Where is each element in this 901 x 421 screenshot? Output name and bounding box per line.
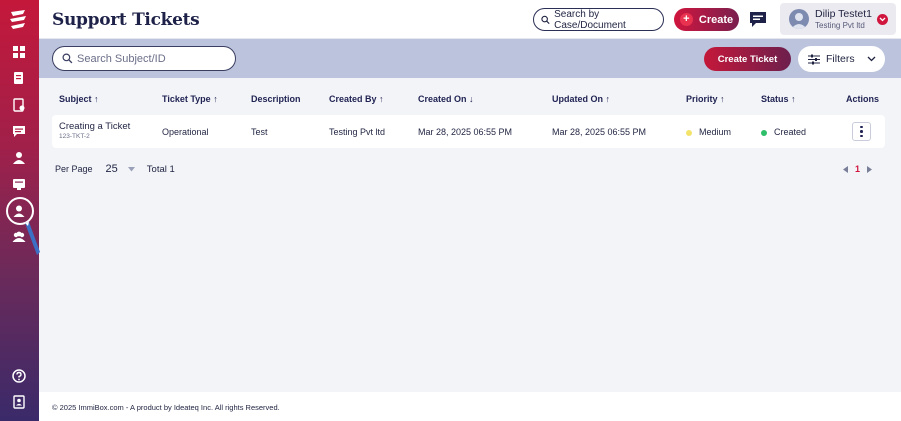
chat-icon[interactable] [10, 122, 28, 140]
search-icon [541, 15, 550, 24]
priority-label: Medium [699, 127, 732, 137]
next-page-icon[interactable] [867, 165, 873, 173]
search-placeholder: Search Subject/ID [77, 52, 166, 65]
search-icon [62, 53, 73, 64]
toolbar: Search Subject/ID Create Ticket Filters [39, 39, 901, 78]
current-page[interactable]: 1 [855, 164, 860, 174]
create-button[interactable]: + Create [674, 8, 739, 31]
chevron-down-icon[interactable] [877, 14, 888, 25]
top-header: Support Tickets Search by Case/Document … [39, 0, 901, 39]
per-page-select[interactable]: 25 [106, 163, 135, 175]
user-name: Dilip Testet1 [815, 8, 873, 20]
pen-cursor-icon [25, 222, 40, 255]
filter-sliders-icon [808, 54, 820, 64]
sidebar [0, 0, 40, 421]
priority-dot [686, 129, 692, 136]
page-navigation: 1 [843, 164, 873, 174]
users-icon[interactable] [10, 149, 28, 167]
dashboard-icon[interactable] [10, 43, 28, 61]
cell-ticket-id: 123-TKT-2 [59, 133, 90, 140]
create-ticket-button[interactable]: Create Ticket [704, 47, 791, 71]
filters-button[interactable]: Filters [798, 46, 885, 72]
plus-icon: + [679, 13, 693, 26]
help-icon[interactable] [10, 367, 28, 385]
cell-description: Test [251, 127, 268, 137]
cell-updated-on: Mar 28, 2025 06:55 PM [552, 127, 647, 137]
cell-status: Created [761, 127, 806, 137]
column-ticket-type[interactable]: Ticket Type ↑ [162, 94, 218, 104]
status-label: Created [774, 127, 807, 137]
table-row[interactable]: Creating a Ticket 123-TKT-2 Operational … [52, 115, 885, 148]
avatar [789, 9, 809, 29]
notes-icon[interactable] [10, 175, 28, 193]
search-case-document-button[interactable]: Search by Case/Document [533, 8, 664, 31]
create-label: Create [698, 13, 734, 26]
footer: © 2025 ImmiBox.com - A product by Ideate… [39, 392, 901, 421]
per-page-value: 25 [105, 163, 118, 175]
column-created-on[interactable]: Created On ↓ [418, 94, 474, 104]
messages-icon[interactable] [749, 10, 767, 28]
total-count: Total 1 [146, 163, 175, 175]
column-status[interactable]: Status ↑ [761, 94, 796, 104]
cell-created-on: Mar 28, 2025 06:55 PM [418, 127, 513, 137]
user-org: Testing Pvt ltd [815, 21, 865, 30]
column-subject[interactable]: Subject ↑ [59, 94, 99, 104]
chevron-down-icon [867, 56, 876, 62]
filters-label: Filters [826, 53, 855, 65]
status-dot [761, 129, 767, 136]
column-description: Description [251, 94, 301, 104]
profile-icon[interactable] [10, 202, 28, 220]
column-created-by[interactable]: Created By ↑ [329, 94, 384, 104]
cell-subject[interactable]: Creating a Ticket [59, 121, 130, 132]
search-case-label: Search by Case/Document [554, 8, 626, 31]
logo[interactable] [8, 8, 30, 32]
column-priority[interactable]: Priority ↑ [686, 94, 725, 104]
caret-down-icon [127, 166, 135, 171]
cell-created-by: Testing Pvt ltd [329, 127, 386, 137]
row-actions-menu-button[interactable] [852, 122, 871, 141]
cell-priority: Medium [686, 127, 731, 137]
column-actions: Actions [846, 94, 880, 104]
pagination: Per Page 25 Total 1 [55, 163, 175, 175]
table-header: Subject ↑ Ticket Type ↑ Description Crea… [0, 94, 901, 108]
page-title: Support Tickets [52, 10, 200, 30]
per-page-label: Per Page [55, 164, 93, 174]
column-updated-on[interactable]: Updated On ↑ [552, 94, 610, 104]
documents-icon[interactable] [10, 69, 28, 87]
footer-copyright: © 2025 ImmiBox.com - A product by Ideate… [52, 403, 280, 412]
search-subject-input[interactable]: Search Subject/ID [52, 46, 236, 71]
cell-ticket-type: Operational [162, 127, 209, 137]
prev-page-icon[interactable] [843, 165, 848, 173]
contacts-icon[interactable] [10, 393, 28, 411]
